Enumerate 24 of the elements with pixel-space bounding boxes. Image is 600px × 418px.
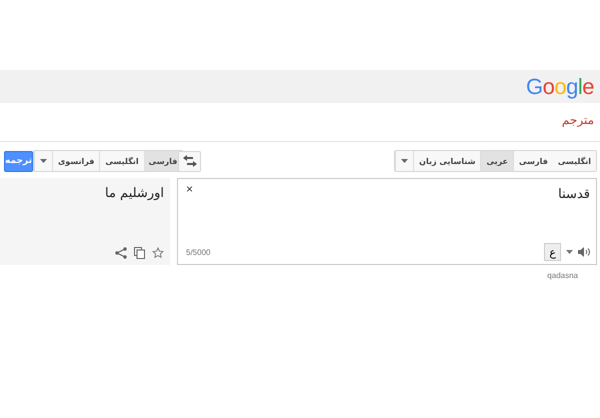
- caret-icon: [401, 159, 408, 163]
- source-text: قدسنا: [558, 187, 590, 202]
- swap-button[interactable]: [178, 150, 201, 172]
- caret-icon: [40, 159, 47, 163]
- language-tab[interactable]: فارسی: [513, 151, 553, 171]
- language-tab[interactable]: فرانسوی: [52, 151, 100, 171]
- language-tab[interactable]: شناسایی زبان: [413, 151, 480, 171]
- clear-button[interactable]: ×: [186, 183, 194, 195]
- share-icon[interactable]: [115, 247, 127, 259]
- swap-icon: [182, 155, 196, 167]
- dropdown-button[interactable]: [395, 151, 414, 171]
- keyboard-button[interactable]: ع: [544, 243, 561, 261]
- character-count: 5/5000: [186, 248, 210, 256]
- caret-icon[interactable]: [566, 250, 573, 254]
- translation-text: اورشلیم ما: [105, 186, 164, 201]
- language-tab[interactable]: عربی: [480, 151, 514, 171]
- speaker-icon[interactable]: [578, 247, 590, 257]
- star-icon[interactable]: [152, 247, 164, 259]
- dropdown-button[interactable]: [34, 151, 52, 171]
- language-tab[interactable]: انگلیسی: [99, 151, 144, 171]
- page-title: مترجم: [562, 113, 594, 129]
- language-tab[interactable]: انگلیسی: [552, 151, 596, 171]
- transliteration-text: qadasna: [547, 271, 578, 280]
- copy-icon[interactable]: [134, 247, 145, 259]
